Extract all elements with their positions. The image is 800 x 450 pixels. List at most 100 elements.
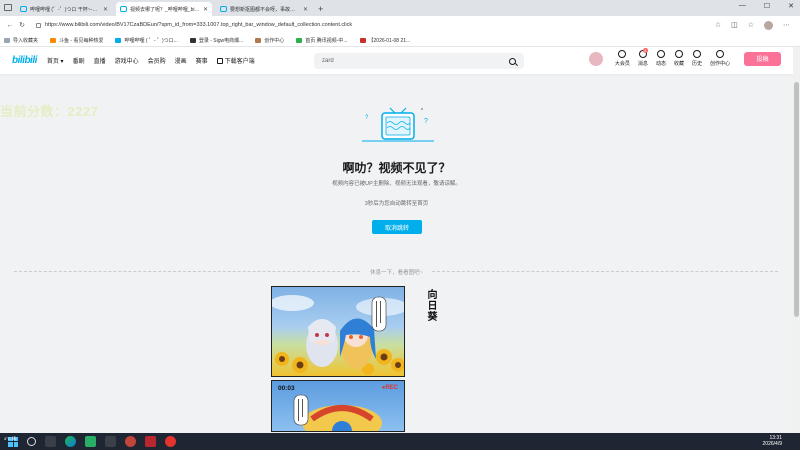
header-item-label: 大会员 <box>614 61 630 67</box>
bookmark-item[interactable]: 创作中心 <box>255 37 284 44</box>
reload-icon[interactable]: ↻ <box>16 21 28 29</box>
favorite-star-icon[interactable]: ☆ <box>715 21 721 29</box>
creator-icon <box>715 50 724 58</box>
download-icon <box>216 58 223 65</box>
tencent-video-icon <box>296 37 303 43</box>
divider-text: 休息一下，看看图吧~ <box>370 270 423 276</box>
bilibili-logo[interactable]: bilibili <box>12 55 37 66</box>
netease-music-icon[interactable] <box>165 436 176 447</box>
steam-icon[interactable] <box>105 436 116 447</box>
svg-text:?: ? <box>365 115 369 121</box>
windows-taskbar: 4°C 晴 13:31 2026/4/9 <box>0 433 800 450</box>
task-view-icon[interactable] <box>45 436 56 447</box>
browser-tab-3[interactable]: 要想新抠图都不会呀，事故全是她... ✕ <box>216 2 312 16</box>
close-tab-icon[interactable]: ✕ <box>103 6 108 13</box>
header-favorite[interactable]: 收藏 <box>674 50 684 67</box>
minimize-icon[interactable]: — <box>739 2 746 10</box>
maximize-icon[interactable]: ☐ <box>764 2 770 10</box>
tab-title: 要想新抠图都不会呀，事故全是她... <box>230 6 300 13</box>
site-icon <box>359 37 366 43</box>
comic-panel-1-art <box>272 295 404 375</box>
browser-tab-strip: 哔哩哔哩 (゜-゜)つロ 干杯~-bilibili ✕ 视频去哪了呢？_哔哩哔哩… <box>0 0 800 16</box>
nav-manga[interactable]: 漫画 <box>175 56 187 65</box>
bookmark-item[interactable]: 导入收藏夹 <box>4 37 38 44</box>
header-message[interactable]: 8 消息 <box>637 48 648 67</box>
bookmark-label: 首页 腾讯视频-中... <box>305 37 348 44</box>
search-taskbar-icon[interactable] <box>27 437 36 446</box>
bilibili-icon <box>115 37 122 43</box>
rec-timer: 00:03 <box>278 385 295 392</box>
svg-text:?: ? <box>424 118 428 125</box>
bookmark-item[interactable]: 哔哩哔哩 ( ゜- ゜)つロ... <box>115 37 178 44</box>
header-dynamic[interactable]: 动态 <box>656 50 666 67</box>
netease-icon[interactable] <box>145 436 156 447</box>
tab-title: 哔哩哔哩 (゜-゜)つロ 干杯~-bilibili <box>30 6 100 13</box>
error-subtitle: 视频内容已被UP主删除、视频无法观看，敬请谅解。 <box>332 181 461 187</box>
rec-indicator: ●REC <box>381 385 398 391</box>
bookmark-item[interactable]: 斗鱼 - 看见每种热爱 <box>50 37 103 44</box>
collections-icon[interactable]: ☆ <box>748 21 754 29</box>
header-creator[interactable]: 创作中心 <box>710 50 730 67</box>
header-right: 大会员 8 消息 动态 收藏 历史 创作中心 投稿 <box>588 48 781 67</box>
bookmark-item[interactable]: 【2026-01-08 21... <box>359 37 410 44</box>
header-item-label: 历史 <box>691 61 702 67</box>
scrollbar-thumb[interactable] <box>794 82 799 317</box>
more-menu-icon[interactable]: ⋯ <box>783 21 790 29</box>
browser-tab-1[interactable]: 哔哩哔哩 (゜-゜)つロ 干杯~-bilibili ✕ <box>16 2 112 16</box>
folder-icon <box>4 37 10 43</box>
header-member[interactable]: 大会员 <box>615 50 630 67</box>
weather-widget[interactable]: 4°C 晴 <box>4 436 16 442</box>
nav-home[interactable]: 首页 ▾ <box>47 56 64 65</box>
header-item-label: 创作中心 <box>709 61 730 67</box>
page-scrollbar[interactable] <box>793 47 800 433</box>
upload-button[interactable]: 投稿 <box>744 51 781 66</box>
back-icon[interactable]: ← <box>4 22 16 29</box>
broken-tv-illustration: ? ? <box>362 107 434 142</box>
nav-shop[interactable]: 会员购 <box>148 56 166 65</box>
header-item-label: 收藏 <box>673 61 684 67</box>
bookmark-label: 创作中心 <box>264 37 285 44</box>
edge-browser-icon[interactable] <box>65 436 76 447</box>
close-window-icon[interactable]: ✕ <box>788 2 794 10</box>
tab-title: 视频去哪了呢？_哔哩哔哩_bilibili <box>130 6 200 13</box>
header-item-label: 消息 <box>637 61 648 67</box>
search-icon[interactable] <box>509 57 516 65</box>
system-clock[interactable]: 13:31 2026/4/9 <box>763 435 782 447</box>
message-badge: 8 <box>642 48 648 53</box>
nav-live[interactable]: 直播 <box>94 56 106 65</box>
score-overlay: 当前分数：2227 <box>0 104 99 119</box>
user-avatar[interactable] <box>588 51 603 66</box>
search-box <box>314 53 524 69</box>
browser-tab-2[interactable]: 视频去哪了呢？_哔哩哔哩_bilibili ✕ <box>116 2 212 16</box>
profile-avatar[interactable] <box>764 20 773 30</box>
error-title: 啊叻？视频不见了？ <box>342 161 451 175</box>
nav-esports[interactable]: 赛事 <box>196 56 208 65</box>
bili-header: bilibili 首页 ▾ 番剧 直播 游戏中心 会员购 漫画 赛事 下载客户端… <box>0 47 793 74</box>
url-text: https://www.bilibili.com/video/BV17CzaBD… <box>45 22 353 28</box>
douyu-icon <box>50 37 57 43</box>
extensions-icon[interactable]: ◫ <box>731 21 738 29</box>
bookmark-item[interactable]: 登录 - Sigw电商爆... <box>189 37 243 44</box>
dynamic-icon <box>656 50 665 58</box>
address-bar: ← ↻ https://www.bilibili.com/video/BV17C… <box>0 16 800 34</box>
nav-anime[interactable]: 番剧 <box>73 56 85 65</box>
app-icon[interactable] <box>125 436 136 447</box>
search-input[interactable] <box>322 58 509 64</box>
nav-game-center[interactable]: 游戏中心 <box>115 56 139 65</box>
cancel-redirect-button[interactable]: 取消跳转 <box>372 220 422 234</box>
window-controls: — ☐ ✕ <box>739 2 794 10</box>
site-icon <box>189 37 196 43</box>
tab-actions-icon[interactable] <box>4 4 12 11</box>
comic-panel-2: 00:03 ●REC <box>271 380 405 432</box>
bilibili-tab-icon <box>120 6 127 12</box>
header-history[interactable]: 历史 <box>692 50 702 67</box>
bookmark-item[interactable]: 首页 腾讯视频-中... <box>296 37 348 44</box>
address-actions: ☆ ◫ ☆ ⋯ <box>715 20 790 30</box>
nav-download-client[interactable]: 下载客户端 <box>216 56 255 65</box>
close-tab-icon[interactable]: ✕ <box>303 6 308 13</box>
new-tab-button[interactable]: + <box>318 2 323 16</box>
wechat-icon[interactable] <box>85 436 96 447</box>
download-label: 下载客户端 <box>224 59 255 65</box>
url-field[interactable]: https://www.bilibili.com/video/BV17CzaBD… <box>36 22 715 28</box>
close-tab-icon[interactable]: ✕ <box>203 6 208 13</box>
